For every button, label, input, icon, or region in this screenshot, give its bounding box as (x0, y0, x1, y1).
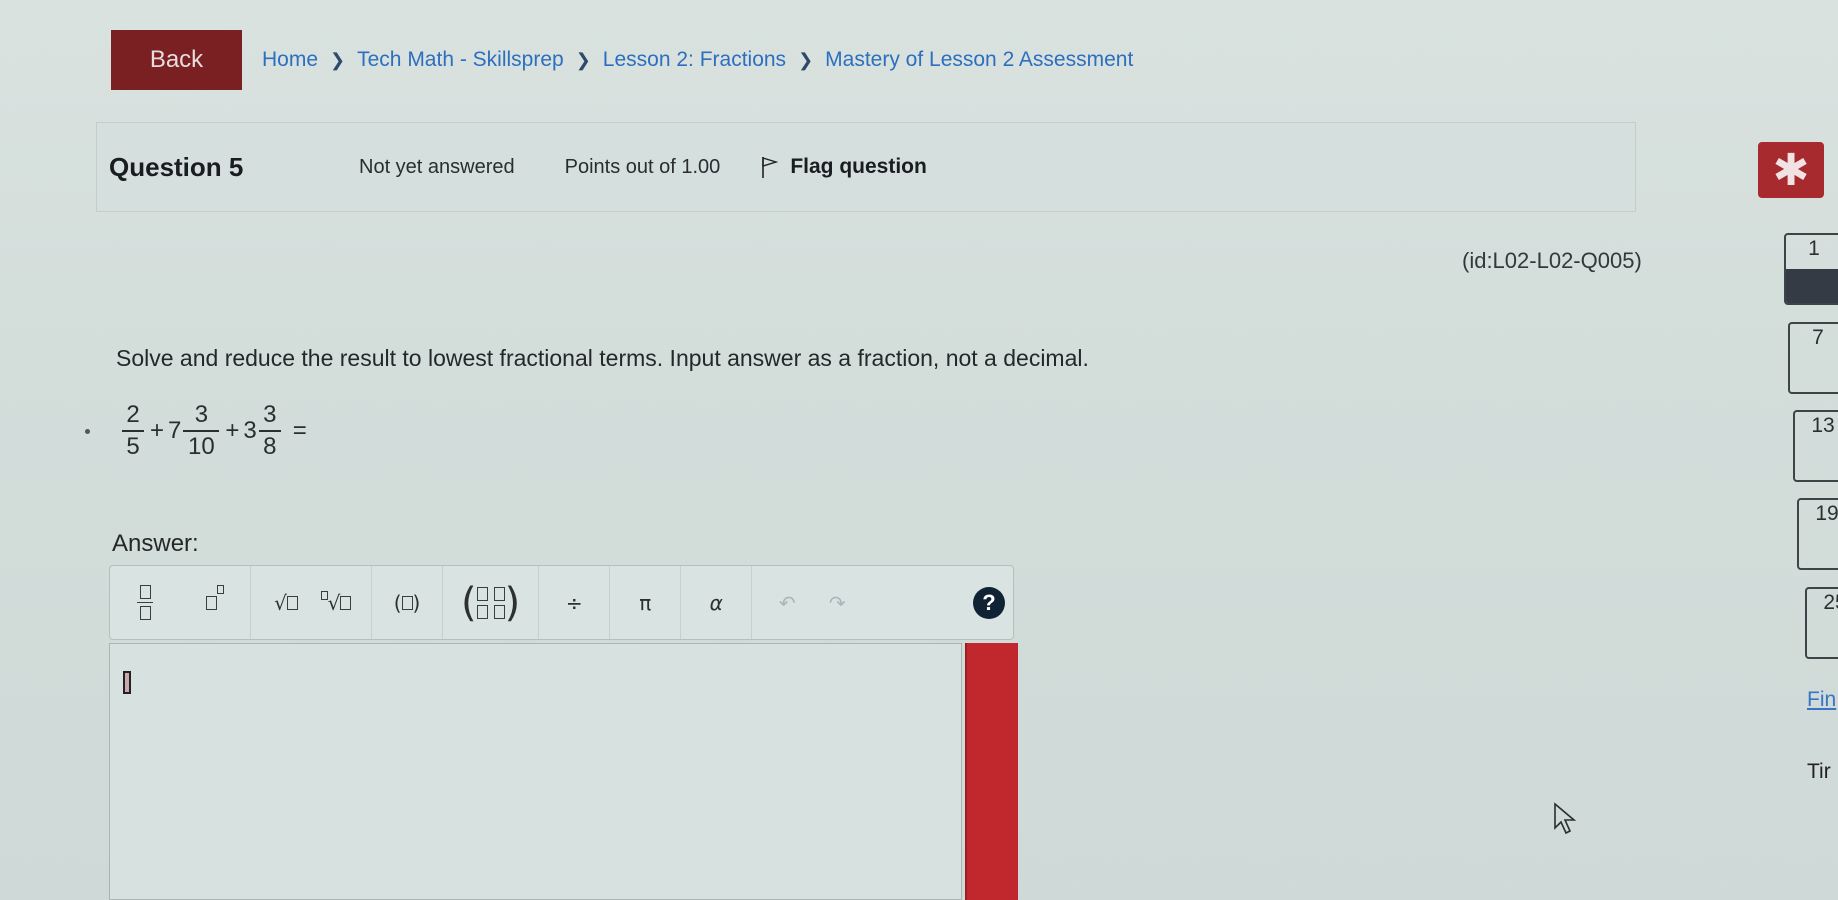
mouse-cursor-icon (1554, 802, 1577, 835)
answered-indicator (1786, 269, 1838, 303)
quiz-nav-question-25[interactable]: 25 (1805, 587, 1838, 659)
divide-icon: ÷ (565, 590, 583, 615)
quiz-nav-question-19[interactable]: 19 (1797, 498, 1838, 570)
fraction-term-2: 3 10 (183, 400, 220, 462)
matrix-icon: ( ) (461, 579, 521, 626)
numerator: 3 (263, 401, 277, 428)
alpha-button[interactable]: α (691, 578, 741, 628)
question-prompt: Solve and reduce the result to lowest fr… (116, 345, 1089, 371)
flag-question-button[interactable]: Flag question (760, 155, 927, 179)
fraction-term-3: 3 8 (258, 400, 281, 462)
asterisk-icon: ✱ (1772, 145, 1810, 195)
question-header: Question 5 Not yet answered Points out o… (96, 122, 1636, 212)
breadcrumb-assessment[interactable]: Mastery of Lesson 2 Assessment (825, 48, 1133, 72)
whole-number: 3 (243, 417, 257, 444)
finish-attempt-link[interactable]: Fin (1807, 688, 1836, 712)
quiz-nav-label: 13 (1811, 414, 1835, 437)
denominator: 10 (188, 433, 215, 460)
numerator: 3 (194, 401, 209, 428)
breadcrumb: Home ❯ Tech Math - Skillsprep ❯ Lesson 2… (262, 48, 1133, 72)
answer-scrollbar[interactable] (965, 643, 1018, 900)
question-points: Points out of 1.00 (564, 155, 721, 178)
bullet-icon (85, 428, 90, 434)
nth-root-button[interactable]: √ (311, 578, 361, 628)
chevron-right-icon: ❯ (330, 49, 346, 70)
toolbar-group-history: ↶ ↷ (752, 566, 872, 639)
breadcrumb-home[interactable]: Home (262, 48, 318, 72)
quiz-nav-label: 7 (1812, 326, 1824, 349)
fraction-term-1: 2 5 (122, 400, 144, 462)
square-root-button[interactable]: √ (261, 578, 311, 628)
equation: 2 5 + 7 3 10 + 3 3 8 = (85, 400, 311, 462)
parentheses-icon: () (393, 590, 421, 615)
quiz-nav-label: 19 (1815, 502, 1838, 525)
back-button[interactable]: Back (111, 30, 242, 90)
answer-input[interactable] (109, 643, 962, 900)
top-bar: Back Home ❯ Tech Math - Skillsprep ❯ Les… (111, 30, 1133, 90)
sqrt-icon: √ (274, 591, 298, 615)
parentheses-button[interactable]: () (382, 578, 432, 628)
answer-label: Answer: (112, 530, 199, 557)
toolbar-group-greek: α (681, 566, 753, 639)
chevron-right-icon: ❯ (798, 49, 814, 70)
operator-plus: + (225, 417, 240, 444)
breadcrumb-lesson[interactable]: Lesson 2: Fractions (603, 48, 786, 72)
fraction-button[interactable] (120, 578, 170, 628)
question-status: Not yet answered (359, 155, 515, 178)
superscript-icon (206, 584, 224, 615)
timer-label: Tir (1807, 760, 1831, 783)
equals-sign: = (292, 417, 307, 444)
question-id: (id:L02-L02-Q005) (1462, 248, 1642, 273)
quiz-nav-question-1[interactable]: 1 (1784, 233, 1838, 305)
pi-button[interactable]: π (620, 578, 670, 628)
toolbar-group-roots: √ √ (251, 566, 372, 639)
chevron-right-icon: ❯ (575, 49, 591, 70)
redo-icon: ↷ (828, 590, 846, 615)
breadcrumb-course[interactable]: Tech Math - Skillsprep (357, 48, 564, 72)
pi-icon: π (639, 590, 652, 615)
question-title: Question 5 (109, 151, 244, 182)
math-toolbar: √ √ () ( ) ÷ π α ↶ ↷ ? (109, 565, 1014, 640)
numerator: 2 (126, 401, 140, 428)
superscript-button[interactable] (190, 578, 240, 628)
whole-number: 7 (168, 417, 182, 444)
toolbar-group-matrix: ( ) (443, 566, 540, 639)
quiz-nav-question-13[interactable]: 13 (1793, 410, 1838, 482)
quiz-nav-question-7[interactable]: 7 (1788, 322, 1838, 394)
toolbar-group-paren: () (372, 566, 443, 639)
denominator: 8 (263, 433, 277, 460)
quiz-nav-label: 1 (1808, 237, 1820, 260)
help-icon: ? (982, 589, 996, 615)
quiz-nav-label: 25 (1823, 591, 1838, 614)
fraction-icon (137, 584, 153, 621)
toolbar-group-operators: ÷ (539, 566, 611, 639)
help-button[interactable]: ? (973, 586, 1005, 619)
quiz-nav-star-button[interactable]: ✱ (1758, 142, 1824, 198)
flag-icon (762, 157, 779, 178)
denominator: 5 (126, 433, 140, 460)
nth-root-icon: √ (320, 590, 352, 615)
operator-plus: + (150, 417, 165, 444)
divide-button[interactable]: ÷ (549, 578, 599, 628)
matrix-button[interactable]: ( ) (453, 578, 528, 628)
toolbar-group-fractions (110, 566, 251, 639)
flag-question-label: Flag question (790, 155, 927, 178)
alpha-icon: α (709, 590, 723, 615)
redo-button[interactable]: ↷ (812, 578, 862, 628)
undo-icon: ↶ (778, 590, 796, 615)
undo-button[interactable]: ↶ (762, 578, 812, 628)
input-placeholder-box (123, 671, 131, 694)
toolbar-group-constants: π (610, 566, 682, 639)
